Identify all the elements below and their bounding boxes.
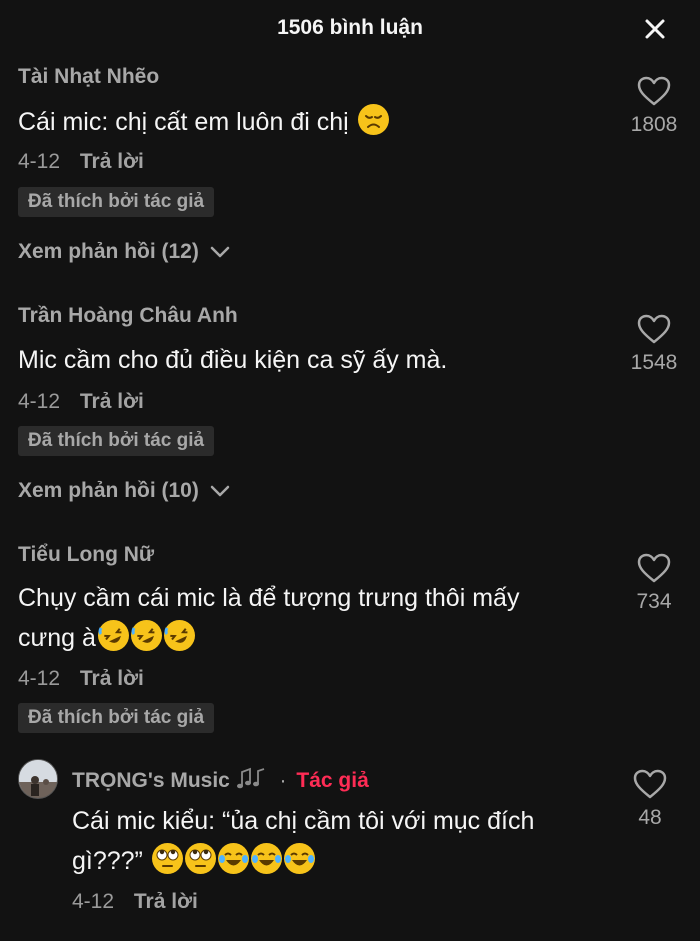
reply-button[interactable]: Trả lời [134, 890, 198, 913]
view-replies-button[interactable]: Xem phản hồi (12) [18, 240, 231, 264]
heart-outline-icon [637, 76, 671, 106]
like-button[interactable]: 1548 [614, 313, 694, 375]
comment-text: Mic cầm cho đủ điều kiện ca sỹ ấy mà. [18, 346, 448, 374]
view-replies-label: Xem phản hồi (12) [18, 240, 199, 263]
comment-text-line: cưng à [18, 618, 608, 658]
rolling-on-floor-laughing-emoji [97, 620, 129, 651]
comment-count-title: 1506 bình luận [277, 16, 423, 39]
tears-of-joy-emoji [217, 843, 249, 874]
tears-of-joy-emoji [283, 843, 315, 874]
comment-date: 4-12 [18, 667, 61, 690]
heart-outline-icon [633, 769, 667, 799]
like-count: 734 [636, 590, 672, 613]
heart-outline-icon [637, 553, 671, 583]
view-replies-button[interactable]: Xem phản hồi (10) [18, 479, 231, 503]
like-count: 48 [638, 806, 662, 829]
close-button[interactable] [640, 14, 670, 44]
reply-button[interactable]: Trả lời [80, 667, 144, 690]
comment-meta: 4-12 Trả lời [72, 890, 198, 914]
separator-dot: · [279, 769, 287, 792]
comment-text: Cái mic kiểu: “ủa chị cầm tôi với mục đí… [72, 801, 612, 881]
comment-text-content: Cái mic: chị cất em luôn đi chị [18, 108, 349, 136]
comment-username[interactable]: Tiểu Long Nữ [18, 543, 154, 567]
heart-outline-icon [637, 314, 671, 344]
liked-by-author-badge: Đã thích bởi tác giả [18, 187, 215, 217]
avatar-photo-icon [19, 760, 57, 798]
comment-username[interactable]: TRỌNG's Music [72, 769, 230, 792]
close-icon [645, 19, 665, 39]
comment-text-content: gì???” [72, 847, 143, 875]
comment-text-line: Cái mic kiểu: “ủa chị cầm tôi với mục đí… [72, 807, 535, 835]
comment-username[interactable]: Tài Nhạt Nhẽo [18, 65, 159, 89]
comments-header: 1506 bình luận [0, 0, 700, 58]
liked-by-author-badge: Đã thích bởi tác giả [18, 426, 215, 456]
comment-text: Chụy cầm cái mic là để tượng trưng thôi … [18, 578, 608, 658]
disappointed-face-emoji [357, 104, 389, 135]
like-button[interactable]: 48 [610, 768, 690, 830]
comment-date: 4-12 [18, 390, 61, 413]
comment-text-content: cưng à [18, 624, 96, 652]
comment-text: Cái mic: chị cất em luôn đi chị [18, 102, 608, 142]
comment-username[interactable]: Trần Hoàng Châu Anh [18, 304, 238, 328]
rolling-on-floor-laughing-emoji [163, 620, 195, 651]
comment-meta: 4-12 Trả lời [18, 390, 144, 414]
comment-date: 4-12 [72, 890, 115, 913]
eye-roll-emoji [184, 843, 216, 874]
comment-meta: 4-12 Trả lời [18, 150, 144, 174]
music-notes-icon [236, 767, 264, 789]
reply-button[interactable]: Trả lời [80, 150, 144, 173]
like-button[interactable]: 734 [614, 552, 694, 614]
like-button[interactable]: 1808 [614, 75, 694, 137]
chevron-down-icon [210, 247, 229, 258]
like-count: 1808 [630, 113, 678, 136]
liked-by-author-badge: Đã thích bởi tác giả [18, 703, 215, 733]
avatar[interactable] [18, 759, 58, 799]
comment-meta: 4-12 Trả lời [18, 667, 144, 691]
comment-text-line: Chụy cầm cái mic là để tượng trưng thôi … [18, 584, 520, 612]
tears-of-joy-emoji [250, 843, 282, 874]
author-tag: Tác giả [296, 769, 369, 792]
view-replies-label: Xem phản hồi (10) [18, 479, 199, 502]
eye-roll-emoji [151, 843, 183, 874]
comment-text-line: gì???” [72, 841, 612, 881]
author-reply-header: TRỌNG's Music · Tác giả [72, 766, 369, 793]
chevron-down-icon [210, 486, 229, 497]
rolling-on-floor-laughing-emoji [130, 620, 162, 651]
comment-date: 4-12 [18, 150, 61, 173]
reply-button[interactable]: Trả lời [80, 390, 144, 413]
like-count: 1548 [630, 351, 678, 374]
